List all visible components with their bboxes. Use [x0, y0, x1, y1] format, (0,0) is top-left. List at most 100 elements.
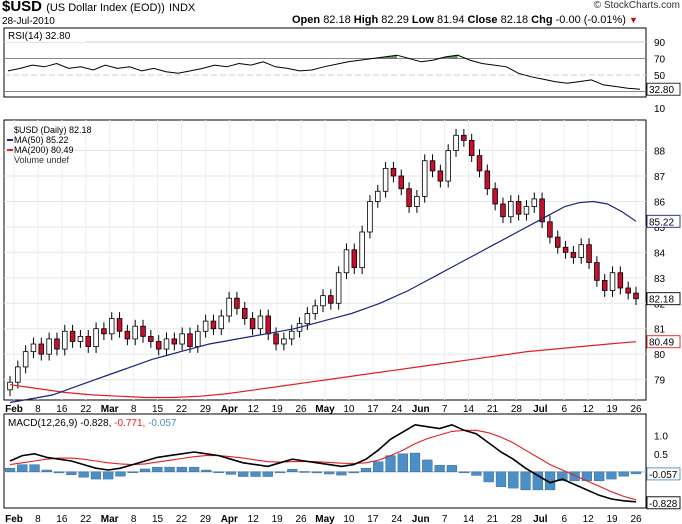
candle	[101, 328, 107, 335]
candle	[108, 318, 115, 335]
price-x-tick: Apr	[221, 404, 238, 415]
candle	[398, 175, 404, 190]
candle	[116, 318, 123, 332]
macd-x-tick: 22	[80, 514, 92, 524]
price-x-tick: 15	[152, 404, 164, 415]
candle	[601, 279, 608, 291]
candle	[382, 167, 389, 192]
macd-x-tick: Jun	[412, 514, 430, 524]
macd-histogram-bar	[164, 466, 175, 473]
price-badge-text-ma50: 85.22	[649, 217, 674, 228]
candle	[257, 315, 264, 330]
macd-histogram-bar	[520, 471, 531, 491]
candle	[570, 251, 577, 258]
candle	[500, 203, 506, 218]
macd-histogram-bar	[17, 464, 28, 473]
price-x-tick: 17	[367, 404, 379, 415]
candle	[77, 335, 84, 342]
candle	[155, 341, 162, 350]
candle	[226, 297, 232, 317]
macd-histogram-bar	[409, 452, 421, 473]
candle	[406, 188, 412, 207]
macd-title-part: -0.771,	[114, 418, 145, 429]
macd-title-part: MACD(12,26,9)	[8, 418, 77, 429]
candle	[54, 338, 60, 350]
price-x-tick: Jun	[412, 404, 430, 415]
candle	[15, 366, 21, 383]
macd-histogram-bar	[618, 471, 629, 477]
candle	[375, 190, 381, 202]
macd-value-badge-text: -0.828	[649, 499, 678, 510]
macd-histogram-bar	[630, 471, 642, 475]
candle	[163, 338, 170, 350]
macd-histogram-bar	[250, 471, 261, 477]
candle	[328, 295, 334, 304]
macd-histogram-bar	[78, 471, 89, 478]
macd-histogram-bar	[495, 471, 507, 487]
macd-histogram-bar	[213, 471, 224, 474]
macd-histogram-bar	[29, 464, 40, 473]
candle	[273, 333, 279, 345]
price-badge-text-close: 82.18	[649, 295, 674, 306]
macd-x-tick: 10	[343, 514, 355, 524]
price-x-tick: 16	[56, 404, 68, 415]
candle	[586, 244, 592, 263]
macd-x-tick: 26	[630, 514, 642, 524]
macd-histogram-bar	[508, 471, 519, 489]
candle	[453, 134, 459, 151]
macd-x-tick: 19	[607, 514, 619, 524]
price-tick-label: 87	[654, 172, 666, 183]
macd-histogram-bar	[103, 471, 114, 480]
candle	[343, 249, 350, 274]
rsi-value-badge-text: 32.80	[649, 85, 674, 96]
price-x-tick: Feb	[5, 404, 23, 415]
macd-x-tick: 17	[367, 514, 379, 524]
price-x-tick: 26	[296, 404, 308, 415]
macd-histogram-bar	[139, 468, 151, 473]
rsi-tick-label: 70	[654, 55, 666, 66]
candle	[461, 134, 467, 141]
candle	[359, 231, 365, 269]
price-x-tick: 26	[630, 404, 642, 415]
macd-histogram-bar	[594, 471, 605, 482]
price-x-tick: 8	[131, 404, 137, 415]
candle	[22, 351, 29, 368]
candle	[429, 160, 436, 172]
candle	[38, 343, 45, 355]
candle	[414, 195, 420, 207]
macd-x-tick: 24	[391, 514, 403, 524]
macd-histogram-bar	[127, 471, 138, 474]
macd-histogram-bar	[348, 471, 359, 474]
price-x-tick: 29	[200, 404, 212, 415]
candle	[547, 221, 553, 238]
rsi-title: RSI(14) 32.80	[8, 31, 71, 42]
price-badge-text-ma200: 80.49	[649, 338, 674, 349]
macd-hist-badge-text: -0.057	[649, 470, 678, 481]
price-legend-item: MA(200) 80.49	[14, 145, 74, 155]
price-x-tick: Mar	[101, 404, 119, 415]
price-legend-item: Volume undef	[14, 155, 70, 165]
candle	[484, 170, 491, 190]
candle	[93, 328, 99, 347]
macd-x-tick: 29	[200, 514, 212, 524]
candle	[625, 287, 631, 294]
candle	[171, 338, 178, 345]
macd-x-tick: Feb	[5, 514, 23, 524]
candle	[265, 315, 271, 335]
rsi-tick-label: 50	[654, 71, 666, 82]
candle	[555, 236, 561, 248]
macd-histogram-bar	[152, 466, 163, 473]
macd-histogram-bar	[336, 471, 347, 476]
candle	[476, 155, 483, 172]
macd-histogram-bar	[459, 471, 470, 474]
macd-x-tick: 14	[463, 514, 475, 524]
candle	[468, 139, 475, 157]
macd-x-tick: Mar	[101, 514, 119, 524]
macd-x-tick: 28	[511, 514, 523, 524]
price-x-tick: 24	[391, 404, 403, 415]
rsi-tick-label: 10	[654, 104, 666, 115]
price-tick-label: 79	[654, 376, 666, 387]
price-tick-label: 81	[654, 325, 666, 336]
macd-histogram-bar	[569, 471, 580, 482]
macd-x-tick: Jul	[533, 514, 548, 524]
